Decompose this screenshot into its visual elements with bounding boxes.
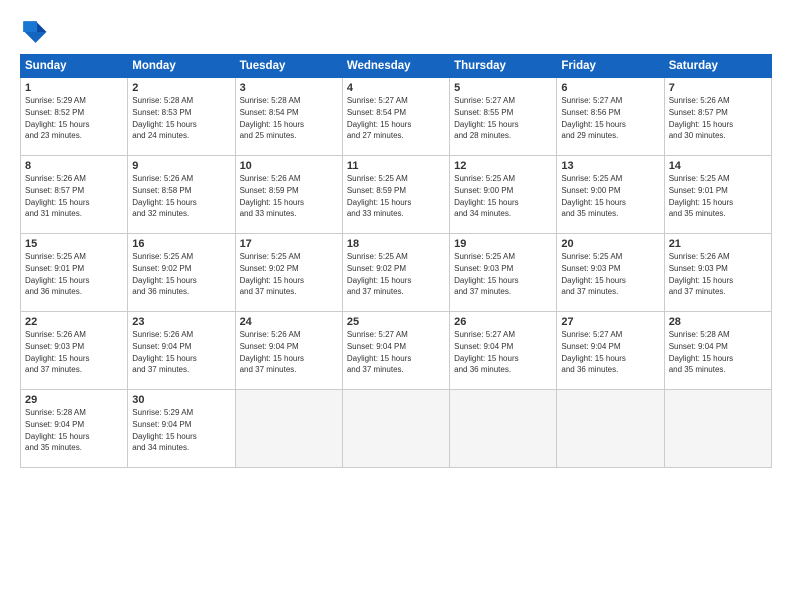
table-row: 20Sunrise: 5:25 AMSunset: 9:03 PMDayligh… <box>557 234 664 312</box>
calendar-week-2: 8Sunrise: 5:26 AMSunset: 8:57 PMDaylight… <box>21 156 772 234</box>
weekday-header-saturday: Saturday <box>664 55 771 78</box>
table-row: 10Sunrise: 5:26 AMSunset: 8:59 PMDayligh… <box>235 156 342 234</box>
table-row: 6Sunrise: 5:27 AMSunset: 8:56 PMDaylight… <box>557 78 664 156</box>
table-row: 2Sunrise: 5:28 AMSunset: 8:53 PMDaylight… <box>128 78 235 156</box>
calendar-week-5: 29Sunrise: 5:28 AMSunset: 9:04 PMDayligh… <box>21 390 772 468</box>
weekday-header-wednesday: Wednesday <box>342 55 449 78</box>
table-row: 27Sunrise: 5:27 AMSunset: 9:04 PMDayligh… <box>557 312 664 390</box>
calendar-week-3: 15Sunrise: 5:25 AMSunset: 9:01 PMDayligh… <box>21 234 772 312</box>
table-row: 25Sunrise: 5:27 AMSunset: 9:04 PMDayligh… <box>342 312 449 390</box>
table-row <box>342 390 449 468</box>
table-row: 22Sunrise: 5:26 AMSunset: 9:03 PMDayligh… <box>21 312 128 390</box>
table-row: 19Sunrise: 5:25 AMSunset: 9:03 PMDayligh… <box>450 234 557 312</box>
table-row: 12Sunrise: 5:25 AMSunset: 9:00 PMDayligh… <box>450 156 557 234</box>
table-row <box>235 390 342 468</box>
table-row: 18Sunrise: 5:25 AMSunset: 9:02 PMDayligh… <box>342 234 449 312</box>
table-row: 17Sunrise: 5:25 AMSunset: 9:02 PMDayligh… <box>235 234 342 312</box>
page: SundayMondayTuesdayWednesdayThursdayFrid… <box>0 0 792 612</box>
table-row: 9Sunrise: 5:26 AMSunset: 8:58 PMDaylight… <box>128 156 235 234</box>
weekday-header-thursday: Thursday <box>450 55 557 78</box>
table-row: 15Sunrise: 5:25 AMSunset: 9:01 PMDayligh… <box>21 234 128 312</box>
calendar-week-1: 1Sunrise: 5:29 AMSunset: 8:52 PMDaylight… <box>21 78 772 156</box>
weekday-header-monday: Monday <box>128 55 235 78</box>
table-row: 14Sunrise: 5:25 AMSunset: 9:01 PMDayligh… <box>664 156 771 234</box>
table-row <box>664 390 771 468</box>
weekday-header-sunday: Sunday <box>21 55 128 78</box>
table-row: 30Sunrise: 5:29 AMSunset: 9:04 PMDayligh… <box>128 390 235 468</box>
table-row: 13Sunrise: 5:25 AMSunset: 9:00 PMDayligh… <box>557 156 664 234</box>
table-row: 7Sunrise: 5:26 AMSunset: 8:57 PMDaylight… <box>664 78 771 156</box>
table-row: 1Sunrise: 5:29 AMSunset: 8:52 PMDaylight… <box>21 78 128 156</box>
table-row: 3Sunrise: 5:28 AMSunset: 8:54 PMDaylight… <box>235 78 342 156</box>
table-row: 23Sunrise: 5:26 AMSunset: 9:04 PMDayligh… <box>128 312 235 390</box>
weekday-header-friday: Friday <box>557 55 664 78</box>
logo <box>20 18 52 46</box>
table-row: 16Sunrise: 5:25 AMSunset: 9:02 PMDayligh… <box>128 234 235 312</box>
table-row: 5Sunrise: 5:27 AMSunset: 8:55 PMDaylight… <box>450 78 557 156</box>
weekday-header-tuesday: Tuesday <box>235 55 342 78</box>
table-row <box>450 390 557 468</box>
table-row: 8Sunrise: 5:26 AMSunset: 8:57 PMDaylight… <box>21 156 128 234</box>
logo-icon <box>20 18 48 46</box>
table-row: 26Sunrise: 5:27 AMSunset: 9:04 PMDayligh… <box>450 312 557 390</box>
calendar-week-4: 22Sunrise: 5:26 AMSunset: 9:03 PMDayligh… <box>21 312 772 390</box>
weekday-header-row: SundayMondayTuesdayWednesdayThursdayFrid… <box>21 55 772 78</box>
table-row: 29Sunrise: 5:28 AMSunset: 9:04 PMDayligh… <box>21 390 128 468</box>
table-row: 28Sunrise: 5:28 AMSunset: 9:04 PMDayligh… <box>664 312 771 390</box>
calendar-table: SundayMondayTuesdayWednesdayThursdayFrid… <box>20 54 772 468</box>
table-row <box>557 390 664 468</box>
table-row: 11Sunrise: 5:25 AMSunset: 8:59 PMDayligh… <box>342 156 449 234</box>
table-row: 24Sunrise: 5:26 AMSunset: 9:04 PMDayligh… <box>235 312 342 390</box>
table-row: 4Sunrise: 5:27 AMSunset: 8:54 PMDaylight… <box>342 78 449 156</box>
table-row: 21Sunrise: 5:26 AMSunset: 9:03 PMDayligh… <box>664 234 771 312</box>
header <box>20 18 772 46</box>
